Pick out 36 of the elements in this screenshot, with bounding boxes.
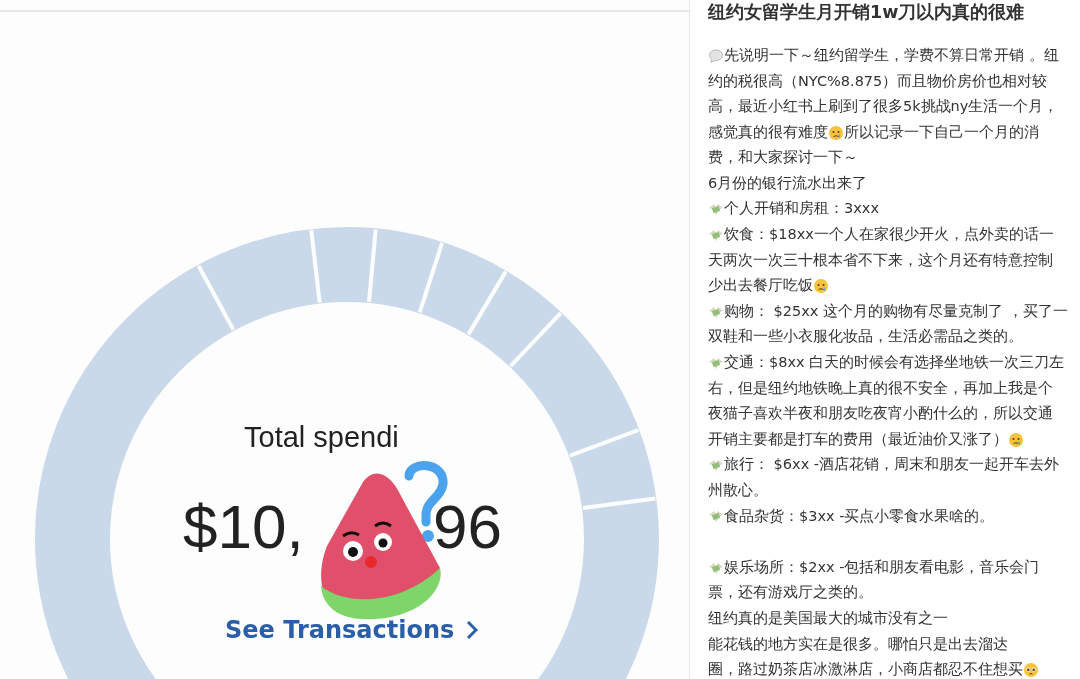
post-text: 约的税很高（NYC%8.875）而且物价房价也相对较 — [708, 71, 1048, 91]
post-text: 饮食：$18xx一个人在家很少开火，点外卖的话一 — [724, 225, 1054, 245]
post-text: 费，和大家探讨一下～ — [708, 148, 858, 168]
crying-face-icon — [1008, 431, 1024, 448]
post-text: 票，还有游戏厅之类的。 — [708, 583, 873, 603]
post-text: 先说明一下～纽约留学生，学费不算日常开销 。纽 — [724, 45, 1059, 65]
post-text: 右，但是纽约地铁晚上真的很不安全，再加上我是个 — [708, 378, 1053, 398]
post-text: 双鞋和一些小衣服化妆品，生活必需品之类的。 — [708, 327, 1023, 347]
crying-face-icon — [828, 124, 844, 141]
total-spending-label: Total spendi — [244, 420, 399, 455]
pleading-face-icon — [1023, 662, 1039, 679]
post-text: 天两次一次三十根本省不下来，这个月还有特意控制 — [708, 250, 1053, 270]
post-text: 食品杂货：$3xx -买点小零食水果啥的。 — [724, 506, 995, 526]
speech-bubble-icon — [708, 47, 724, 64]
post-text: 购物： $25xx 这个月的购物有尽量克制了 ，买了一 — [724, 301, 1068, 321]
post-text: 6月份的银行流水出来了 — [708, 173, 868, 193]
post-text: 圈，路过奶茶店冰激淋店，小商店都忍不住想买 — [708, 660, 1023, 679]
chevron-right-icon — [466, 620, 479, 640]
crying-face-icon — [813, 278, 829, 295]
post-text: 感觉真的很有难度 — [708, 122, 828, 142]
amount-text: $10, — [183, 496, 304, 558]
post-text: 州散心。 — [708, 481, 768, 500]
post-text: 所以记录一下自己一个月的消 — [844, 122, 1039, 142]
post-text: 交通：$8xx 白天的时候会有选择坐地铁一次三刀左 — [724, 353, 1065, 373]
post-text: 少出去餐厅吃饭 — [708, 276, 813, 296]
post-title: 纽约女留学生月开销1w刀以内真的很难 — [708, 1, 1026, 24]
post-text: 娱乐场所：$2xx -包括和朋友看电影，音乐会门 — [724, 557, 1040, 577]
post-text: 开销主要都是打车的费用（最近油价又涨了） — [708, 429, 1008, 449]
post-text: 旅行： $6xx -酒店花销，周末和朋友一起开车去外 — [724, 455, 1060, 475]
post-text: 纽约真的是美国最大的城市没有之一 — [708, 609, 948, 628]
post-text: 夜猫子喜欢半夜和朋友吃夜宵小酌什么的，所以交通 — [708, 404, 1053, 424]
amount-text: 96 — [433, 496, 502, 558]
post-text: 高，最近小红书上刷到了很多5k挑战ny生活一个月， — [708, 97, 1059, 117]
see-transactions-link[interactable]: See Transactions — [225, 612, 479, 648]
post-text: 能花钱的地方实在是很多。哪怕只是出去溜达 — [708, 634, 1008, 654]
post-text: 个人开销和房租：3xxx — [724, 199, 879, 219]
